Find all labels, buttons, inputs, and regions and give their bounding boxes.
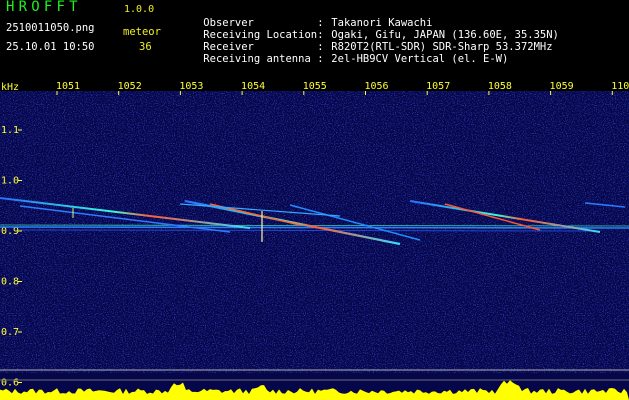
x-tick-label: 1055	[303, 81, 327, 92]
info-key: Receiving antenna	[203, 53, 311, 65]
x-tick-label: 1053	[179, 81, 203, 92]
app-version: 1.0.0	[124, 4, 155, 15]
y-tick-label: 0.8	[1, 277, 19, 288]
y-tick-label: 0.7	[1, 327, 19, 338]
info-row-antenna: Receiving antenna:2el-HB9CV Vertical (el…	[178, 41, 508, 77]
header-panel: HROFFT 1.0.0 2510011050.png 25.10.01 10:…	[0, 0, 629, 80]
y-tick-label: 0.6	[1, 378, 19, 389]
x-tick-label: 1056	[364, 81, 388, 92]
y-tick-label: 1.0	[1, 176, 19, 187]
image-filename: 2510011050.png	[6, 22, 95, 34]
x-tick-label: 1051	[56, 81, 80, 92]
x-tick-label: 1052	[118, 81, 142, 92]
x-tick-label: 1054	[241, 81, 265, 92]
x-tick-label: 1100	[611, 81, 629, 92]
y-tick-label: 1.1	[1, 125, 19, 136]
info-separator: :	[317, 53, 324, 65]
x-tick-label: 1058	[488, 81, 512, 92]
meteor-label: meteor	[123, 26, 161, 38]
app-title: HROFFT	[6, 0, 82, 15]
meteor-count: 36	[139, 41, 152, 53]
x-tick-label: 1057	[426, 81, 450, 92]
info-value: 2el-HB9CV Vertical (el. E-W)	[331, 53, 509, 65]
capture-datetime: 25.10.01 10:50	[6, 41, 95, 53]
spectrogram: 1051 1052 1053 1054 1055 1056 1057 1058 1059 1100…	[0, 80, 629, 400]
y-axis-unit: kHz	[1, 82, 19, 93]
x-tick-label: 1059	[550, 81, 574, 92]
